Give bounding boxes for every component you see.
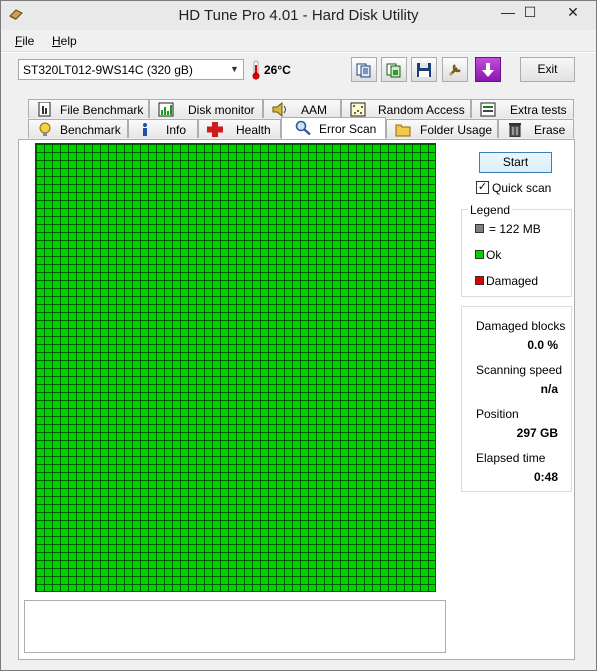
health-cross-icon	[207, 122, 223, 137]
menu-bar: File Help	[1, 31, 596, 52]
trash-icon	[509, 123, 521, 137]
wrench-icon	[449, 64, 461, 76]
tab-disk-monitor[interactable]: Disk monitor	[149, 99, 263, 118]
temperature-readout: 26°C	[264, 63, 291, 77]
scan-log-area[interactable]	[24, 600, 446, 653]
menu-file[interactable]: File	[15, 34, 34, 48]
tab-label: Benchmark	[60, 123, 121, 137]
tab-label: Error Scan	[319, 122, 377, 136]
tab-label: Folder Usage	[420, 123, 493, 137]
tab-extra-tests[interactable]: Extra tests	[471, 99, 574, 118]
damaged-label: Damaged	[486, 274, 539, 288]
tab-file-benchmark[interactable]: File Benchmark	[28, 99, 149, 118]
tab-label: Info	[166, 123, 187, 137]
copy-image-icon	[386, 63, 401, 78]
thermometer-icon	[252, 60, 260, 80]
block-size-label: = 122 MB	[489, 222, 541, 236]
tab-label: AAM	[301, 103, 328, 117]
tab-info[interactable]: Info	[128, 119, 198, 138]
quick-scan-checkbox[interactable]: ✓	[476, 181, 489, 194]
close-button[interactable]: ✕	[551, 1, 595, 23]
position-value: 297 GB	[516, 426, 558, 440]
tab-label: Disk monitor	[188, 103, 255, 117]
info-icon	[143, 123, 147, 136]
tab-label: File Benchmark	[60, 103, 144, 117]
tab-label: Extra tests	[510, 103, 567, 117]
download-button[interactable]	[475, 57, 501, 82]
quick-scan-label: Quick scan	[492, 181, 552, 195]
options-button[interactable]	[442, 57, 468, 82]
legend-title: Legend	[468, 203, 513, 217]
floppy-disk-icon	[417, 63, 431, 77]
ok-label: Ok	[486, 248, 502, 262]
block-size-swatch	[475, 224, 484, 233]
position-label: Position	[476, 407, 519, 421]
tab-benchmark[interactable]: Benchmark	[28, 119, 128, 138]
title-bar[interactable]: HD Tune Pro 4.01 - Hard Disk Utility — ☐…	[1, 1, 596, 30]
menu-help[interactable]: Help	[52, 34, 77, 48]
tab-label: Erase	[534, 123, 566, 137]
magnifier-icon	[295, 120, 311, 135]
damaged-blocks-label: Damaged blocks	[476, 319, 566, 333]
extra-tests-icon	[480, 102, 496, 117]
copy-info-button[interactable]	[351, 57, 377, 82]
start-button[interactable]: Start	[479, 152, 552, 173]
disk-monitor-icon	[158, 102, 174, 117]
save-button[interactable]	[411, 57, 437, 82]
elapsed-time-label: Elapsed time	[476, 451, 546, 465]
tab-random-access[interactable]: Random Access	[341, 99, 471, 118]
copy-screenshot-button[interactable]	[381, 57, 407, 82]
drive-select[interactable]: ST320LT012-9WS14C (320 gB) ▼	[18, 59, 244, 80]
tab-health[interactable]: Health	[198, 119, 281, 138]
tab-folder-usage[interactable]: Folder Usage	[386, 119, 498, 138]
maximize-button[interactable]: ☐	[513, 1, 547, 23]
exit-button[interactable]: Exit	[520, 57, 575, 82]
tab-error-scan[interactable]: Error Scan	[281, 117, 386, 139]
chevron-down-icon[interactable]: ▼	[226, 60, 243, 79]
tab-label: Random Access	[378, 103, 465, 117]
maximize-icon: ☐	[523, 4, 537, 20]
scanning-speed-label: Scanning speed	[476, 363, 563, 377]
speaker-icon	[272, 102, 286, 117]
lightbulb-icon	[39, 122, 51, 136]
scanning-speed-value: n/a	[540, 382, 558, 396]
ok-swatch	[475, 250, 484, 259]
scan-block-map	[35, 143, 436, 592]
copy-icon	[356, 63, 371, 78]
damaged-swatch	[475, 276, 484, 285]
file-benchmark-icon	[38, 102, 51, 117]
close-icon: ✕	[567, 4, 579, 20]
menu-divider	[1, 52, 596, 53]
main-window: HD Tune Pro 4.01 - Hard Disk Utility — ☐…	[0, 0, 597, 671]
tab-erase[interactable]: Erase	[498, 119, 574, 138]
folder-icon	[395, 124, 411, 137]
tab-label: Health	[236, 123, 271, 137]
damaged-blocks-value: 0.0 %	[527, 338, 558, 352]
tab-aam[interactable]: AAM	[263, 99, 341, 118]
elapsed-time-value: 0:48	[533, 470, 558, 484]
download-arrow-icon	[482, 63, 494, 77]
drive-select-value: ST320LT012-9WS14C (320 gB)	[23, 63, 193, 77]
random-access-icon	[350, 102, 366, 117]
